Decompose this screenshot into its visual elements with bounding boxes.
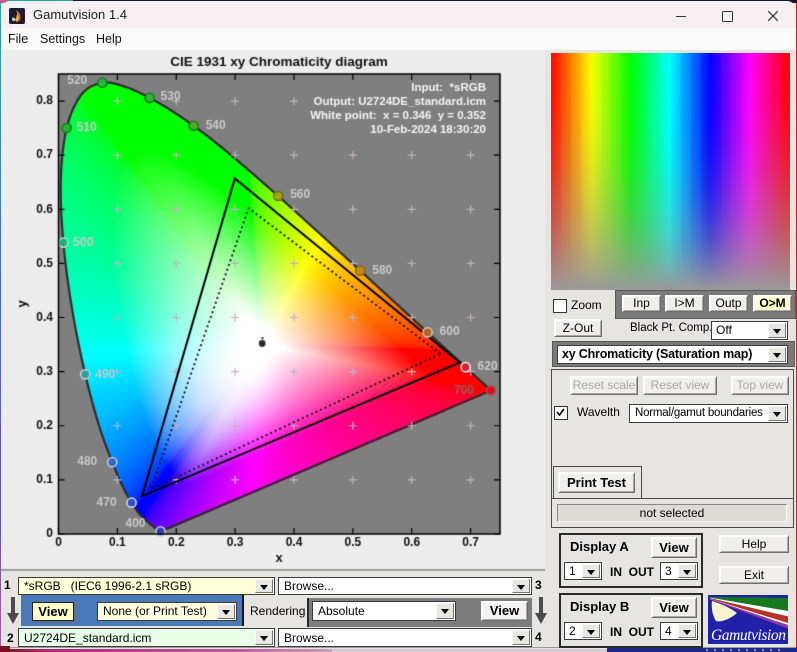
- svg-text:Gamutvision: Gamutvision: [711, 627, 786, 644]
